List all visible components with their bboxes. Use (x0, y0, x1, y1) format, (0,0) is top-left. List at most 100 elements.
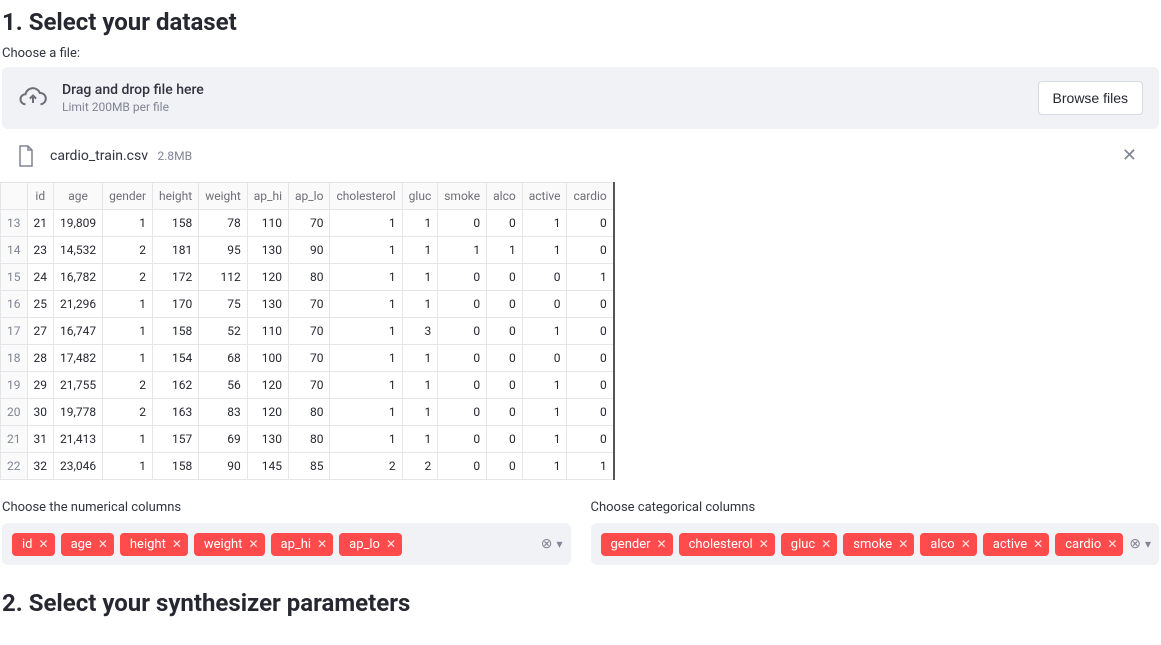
table-row[interactable]: 223223,04611589014585220011 (1, 453, 614, 480)
tag-weight[interactable]: weight✕ (194, 533, 265, 556)
table-cell[interactable]: 1 (103, 210, 153, 237)
tag-remove-icon[interactable]: ✕ (39, 537, 49, 551)
table-cell[interactable]: 0 (567, 426, 614, 453)
table-cell[interactable]: 0 (438, 210, 487, 237)
file-uploader[interactable]: Drag and drop file here Limit 200MB per … (2, 67, 1159, 129)
table-cell[interactable]: 1 (330, 264, 402, 291)
table-cell[interactable]: 19,778 (54, 399, 103, 426)
table-cell[interactable]: 110 (247, 210, 288, 237)
table-cell[interactable]: 162 (153, 372, 199, 399)
tag-active[interactable]: active✕ (983, 533, 1049, 556)
tag-cardio[interactable]: cardio✕ (1055, 533, 1123, 556)
clear-icon[interactable]: ⊗ (541, 536, 553, 552)
categorical-columns-multiselect[interactable]: gender✕cholesterol✕gluc✕smoke✕alco✕activ… (591, 523, 1160, 565)
table-cell[interactable]: 1 (402, 372, 438, 399)
table-cell[interactable]: 0 (438, 318, 487, 345)
tag-remove-icon[interactable]: ✕ (898, 537, 908, 551)
table-cell[interactable]: 1 (103, 291, 153, 318)
table-cell[interactable]: 0 (487, 372, 523, 399)
table-cell[interactable]: 56 (199, 372, 248, 399)
table-cell[interactable]: 2 (330, 453, 402, 480)
tag-remove-icon[interactable]: ✕ (386, 537, 396, 551)
table-row[interactable]: 192921,75521625612070110010 (1, 372, 614, 399)
table-cell[interactable]: 0 (438, 264, 487, 291)
table-cell[interactable]: 170 (153, 291, 199, 318)
table-cell[interactable]: 70 (289, 372, 330, 399)
tag-remove-icon[interactable]: ✕ (1107, 537, 1117, 551)
table-cell[interactable]: 1 (330, 345, 402, 372)
tag-id[interactable]: id✕ (12, 533, 55, 556)
table-cell[interactable]: 100 (247, 345, 288, 372)
table-cell[interactable]: 120 (247, 399, 288, 426)
table-cell[interactable]: 31 (27, 426, 54, 453)
table-cell[interactable]: 19,809 (54, 210, 103, 237)
table-cell[interactable]: 0 (567, 399, 614, 426)
table-row[interactable]: 132119,80911587811070110010 (1, 210, 614, 237)
table-cell[interactable]: 3 (402, 318, 438, 345)
table-cell[interactable]: 1 (522, 237, 567, 264)
table-cell[interactable]: 158 (153, 210, 199, 237)
browse-files-button[interactable]: Browse files (1038, 81, 1143, 115)
tag-gluc[interactable]: gluc✕ (781, 533, 838, 556)
table-cell[interactable]: 21,755 (54, 372, 103, 399)
chevron-down-icon[interactable]: ▾ (1145, 537, 1151, 551)
table-cell[interactable]: 2 (402, 453, 438, 480)
tag-alco[interactable]: alco✕ (920, 533, 977, 556)
table-cell[interactable]: 158 (153, 453, 199, 480)
table-cell[interactable]: 163 (153, 399, 199, 426)
tag-age[interactable]: age✕ (61, 533, 114, 556)
tag-height[interactable]: height✕ (120, 533, 188, 556)
data-preview-table[interactable]: idagegenderheightweightap_hiap_locholest… (0, 182, 605, 480)
table-column-header[interactable]: alco (487, 183, 523, 210)
table-cell[interactable]: 1 (330, 426, 402, 453)
table-cell[interactable]: 158 (153, 318, 199, 345)
table-cell[interactable]: 2 (103, 372, 153, 399)
tag-remove-icon[interactable]: ✕ (961, 537, 971, 551)
table-cell[interactable]: 70 (289, 210, 330, 237)
table-cell[interactable]: 0 (438, 426, 487, 453)
table-cell[interactable]: 0 (487, 210, 523, 237)
table-column-header[interactable]: height (153, 183, 199, 210)
table-column-header[interactable]: active (522, 183, 567, 210)
table-cell[interactable]: 1 (438, 237, 487, 264)
table-cell[interactable]: 23 (27, 237, 54, 264)
remove-file-button[interactable]: ✕ (1114, 143, 1145, 168)
tag-smoke[interactable]: smoke✕ (843, 533, 914, 556)
table-cell[interactable]: 0 (567, 318, 614, 345)
table-cell[interactable]: 0 (487, 345, 523, 372)
table-cell[interactable]: 1 (567, 453, 614, 480)
tag-remove-icon[interactable]: ✕ (821, 537, 831, 551)
table-cell[interactable]: 1 (522, 453, 567, 480)
table-cell[interactable]: 32 (27, 453, 54, 480)
table-row[interactable]: 152416,782217211212080110001 (1, 264, 614, 291)
table-cell[interactable]: 1 (522, 318, 567, 345)
table-cell[interactable]: 0 (438, 453, 487, 480)
table-cell[interactable]: 1 (103, 318, 153, 345)
tag-ap_hi[interactable]: ap_hi✕ (271, 533, 334, 556)
table-cell[interactable]: 1 (402, 291, 438, 318)
table-cell[interactable]: 157 (153, 426, 199, 453)
table-cell[interactable]: 1 (330, 318, 402, 345)
table-cell[interactable]: 1 (402, 237, 438, 264)
tag-remove-icon[interactable]: ✕ (759, 537, 769, 551)
table-cell[interactable]: 1 (402, 264, 438, 291)
table-column-header[interactable]: gluc (402, 183, 438, 210)
table-cell[interactable]: 78 (199, 210, 248, 237)
table-cell[interactable]: 0 (487, 453, 523, 480)
table-cell[interactable]: 1 (330, 210, 402, 237)
table-cell[interactable]: 1 (522, 399, 567, 426)
chevron-down-icon[interactable]: ▾ (556, 537, 562, 551)
numerical-columns-multiselect[interactable]: id✕age✕height✕weight✕ap_hi✕ap_lo✕ ⊗ ▾ (2, 523, 571, 565)
table-cell[interactable]: 52 (199, 318, 248, 345)
table-cell[interactable]: 1 (103, 426, 153, 453)
table-cell[interactable]: 16,782 (54, 264, 103, 291)
table-cell[interactable]: 112 (199, 264, 248, 291)
table-cell[interactable]: 181 (153, 237, 199, 264)
table-cell[interactable]: 68 (199, 345, 248, 372)
table-column-header[interactable]: id (27, 183, 54, 210)
table-cell[interactable]: 17,482 (54, 345, 103, 372)
table-cell[interactable]: 0 (567, 372, 614, 399)
table-cell[interactable]: 14,532 (54, 237, 103, 264)
table-cell[interactable]: 1 (567, 264, 614, 291)
table-cell[interactable]: 27 (27, 318, 54, 345)
